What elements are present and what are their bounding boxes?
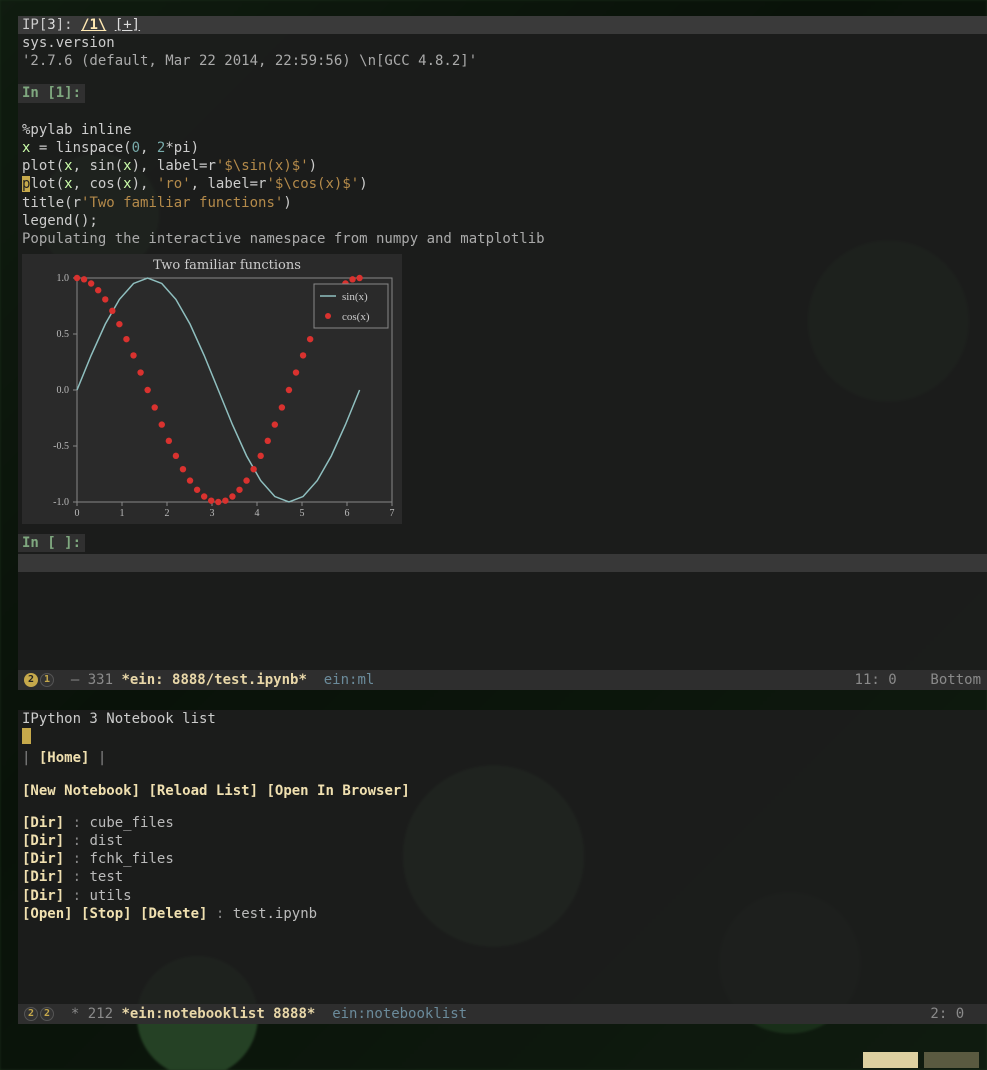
reload-list-button[interactable]: [Reload List] — [148, 783, 258, 799]
major-mode: ein:notebooklist — [332, 1005, 467, 1023]
buffer-name: *ein:notebooklist 8888* — [121, 1005, 315, 1023]
cell0-input[interactable]: sys.version — [18, 34, 987, 52]
svg-text:1.0: 1.0 — [57, 273, 70, 284]
workspace-badge-2[interactable]: 2 — [24, 673, 38, 687]
taskbar-item[interactable] — [863, 1052, 918, 1068]
svg-text:0.0: 0.0 — [57, 385, 70, 396]
cell1-output-text: Populating the interactive namespace fro… — [18, 230, 987, 248]
dir-name: cube_files — [89, 815, 173, 831]
dir-name: dist — [89, 833, 123, 849]
header-prefix: IP[ — [22, 17, 47, 33]
notebooklist-body[interactable]: IPython 3 Notebook list | [Home] | [New … — [18, 710, 987, 923]
new-notebook-button[interactable]: [New Notebook] — [22, 783, 140, 799]
svg-text:2: 2 — [165, 508, 170, 519]
text-cursor — [22, 728, 31, 744]
emacs-window-notebooklist: IPython 3 Notebook list | [Home] | [New … — [18, 710, 987, 1024]
svg-text:0: 0 — [75, 508, 80, 519]
dir-name: fchk_files — [89, 851, 173, 867]
workspace-badge-1[interactable]: 1 — [40, 673, 54, 687]
chart-svg: 0 1 2 3 4 5 6 7 -1.0 -0.5 0.0 0.5 1.0 sin(x) cos(x) — [22, 254, 402, 524]
prompt-cell2: In [ ]: — [18, 534, 85, 552]
svg-text:5: 5 — [300, 508, 305, 519]
dir-link[interactable]: [Dir] — [22, 815, 64, 831]
svg-text:-1.0: -1.0 — [53, 497, 69, 508]
svg-text:0.5: 0.5 — [57, 329, 70, 340]
buffer-name: *ein: 8888/test.ipynb* — [121, 671, 306, 689]
dir-link[interactable]: [Dir] — [22, 833, 64, 849]
modeline-top: 2 1 — 331 *ein: 8888/test.ipynb* ein:ml … — [18, 670, 987, 690]
major-mode: ein:ml — [324, 671, 375, 689]
line-num: — 331 — [71, 671, 113, 689]
scroll-pos: Bottom — [930, 671, 981, 689]
svg-text:-0.5: -0.5 — [53, 441, 69, 452]
svg-text:4: 4 — [255, 508, 260, 519]
line-col: 11: 0 — [855, 671, 897, 689]
line-num: * 212 — [71, 1005, 113, 1023]
emacs-window-notebook: IP[3]: /1\ [+] sys.version '2.7.6 (defau… — [18, 16, 987, 690]
line-col: 2: 0 — [930, 1005, 964, 1023]
home-link[interactable]: [Home] — [39, 750, 90, 766]
prompt-cell1: In [1]: — [18, 84, 85, 102]
svg-text:cos(x): cos(x) — [342, 311, 370, 323]
workspace-badge-2b[interactable]: 2 — [24, 1007, 38, 1021]
svg-text:6: 6 — [345, 508, 350, 519]
dir-link[interactable]: [Dir] — [22, 888, 64, 904]
svg-text:7: 7 — [390, 508, 395, 519]
notebook-header: IP[3]: /1\ [+] — [18, 16, 987, 34]
workspace-badge-1b[interactable]: 2 — [40, 1007, 54, 1021]
dir-link[interactable]: [Dir] — [22, 869, 64, 885]
file-name: test.ipynb — [233, 906, 317, 922]
taskbar-item[interactable] — [924, 1052, 979, 1068]
dir-link[interactable]: [Dir] — [22, 851, 64, 867]
cell0-output: '2.7.6 (default, Mar 22 2014, 22:59:56) … — [18, 52, 987, 70]
delete-button[interactable]: [Delete] — [140, 906, 207, 922]
header-suffix: ]: — [56, 17, 73, 33]
output-chart: Two familiar functions 01234567-1.0-0.50… — [22, 254, 402, 524]
kernel-tab-active[interactable]: /1\ — [81, 17, 106, 33]
modeline-bottom: 2 2 * 212 *ein:notebooklist 8888* ein:no… — [18, 1004, 987, 1024]
dir-name: utils — [89, 888, 131, 904]
stop-button[interactable]: [Stop] — [81, 906, 132, 922]
open-in-browser-button[interactable]: [Open In Browser] — [266, 783, 409, 799]
open-button[interactable]: [Open] — [22, 906, 73, 922]
svg-text:3: 3 — [210, 508, 215, 519]
kernel-tab-add[interactable]: [+] — [115, 17, 140, 33]
dir-name: test — [89, 869, 123, 885]
svg-text:sin(x): sin(x) — [342, 291, 368, 303]
empty-cell-input[interactable] — [18, 554, 987, 572]
svg-text:1: 1 — [120, 508, 125, 519]
taskbar-fragment — [863, 1052, 979, 1070]
notebooklist-title: IPython 3 Notebook list — [22, 710, 983, 728]
cell1-input[interactable]: %pylab inline x = linspace(0, 2*pi) plot… — [18, 103, 987, 230]
header-num: 3 — [47, 17, 55, 33]
